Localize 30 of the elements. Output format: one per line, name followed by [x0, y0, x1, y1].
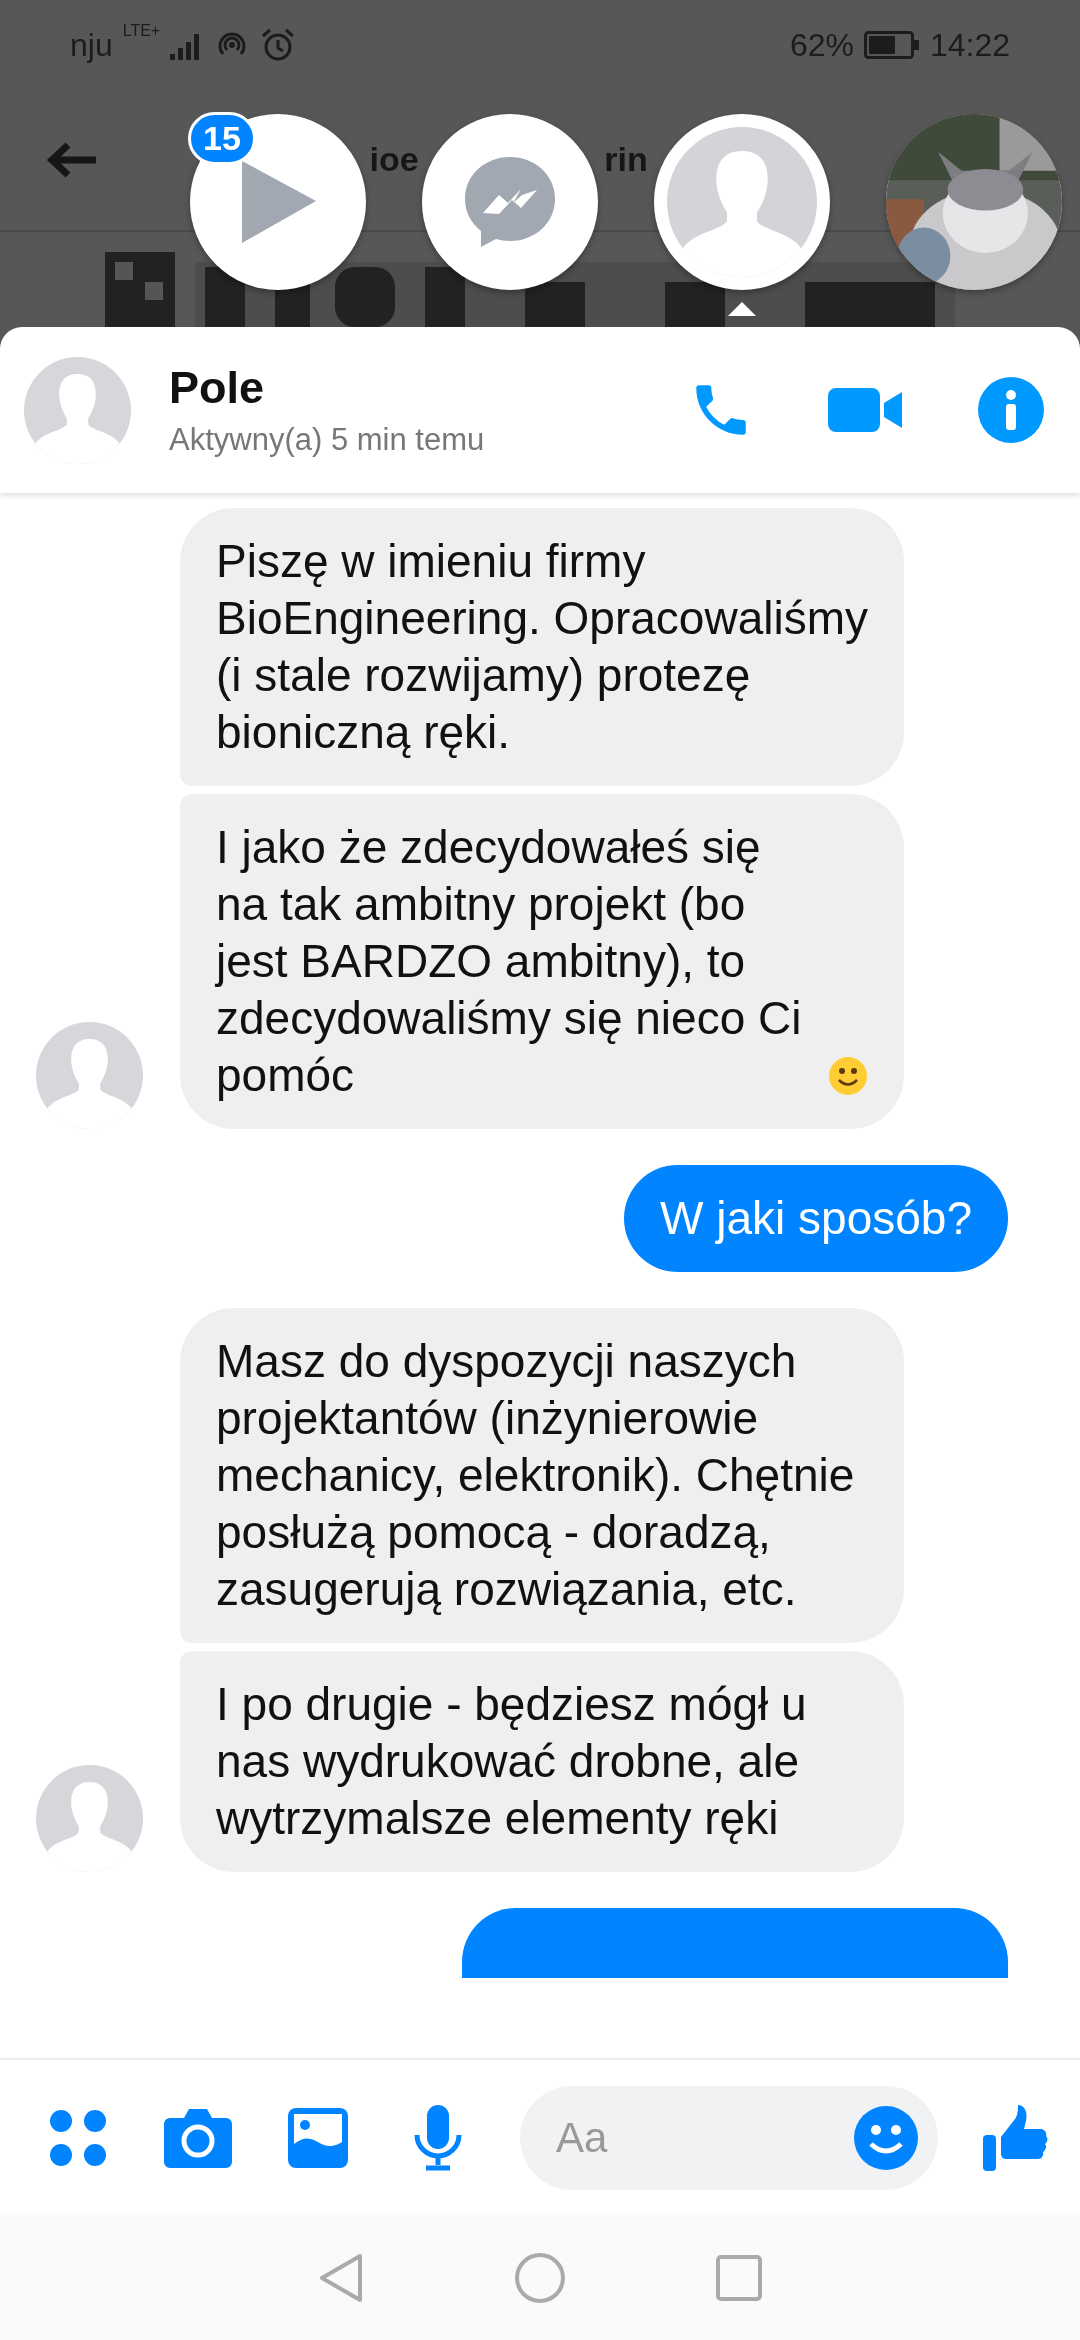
info-icon[interactable] — [978, 377, 1044, 443]
battery-icon — [863, 31, 920, 59]
video-camera-icon[interactable] — [828, 385, 904, 435]
camera-icon[interactable] — [164, 2107, 232, 2168]
alarm-icon — [260, 27, 297, 63]
message-text: Piszę w imieniu firmy BioEngineering. Opracowaliśmy (i stale rozwijamy) protezę bioniczną ręki. — [216, 534, 868, 760]
message-text: W jaki sposób? — [660, 1191, 972, 1246]
unread-count-badge: 15 — [188, 112, 256, 165]
message-input-field[interactable]: Aa — [520, 2085, 938, 2190]
network-type: LTE+ — [122, 22, 161, 40]
image-icon[interactable] — [288, 2107, 348, 2168]
recents-nav-button[interactable] — [716, 2254, 762, 2301]
home-nav-button[interactable] — [514, 2251, 566, 2304]
message-text: I po drugie - będziesz mógł u nas wydrukować drobne, ale wytrzymalsze elementy ręki — [216, 1677, 808, 1846]
emoji-icon[interactable] — [854, 2105, 918, 2170]
person-avatar-icon — [667, 127, 817, 277]
activity-status: Aktywny(a) 5 min temu — [169, 422, 486, 458]
page-title-fragment: ioe — [369, 140, 419, 179]
back-arrow-icon[interactable] — [46, 140, 98, 180]
four-dots-icon[interactable] — [49, 2108, 107, 2167]
battery-percent: 62% — [789, 26, 854, 64]
carrier-name: nju — [70, 26, 113, 64]
contact-name: Pole — [169, 362, 266, 414]
message-text: Masz do dyspozycji naszych projektantów (inżynierowie mechanicy, elektronik). Chętnie posłużą pomocą - doradzą, zasugerują rozwiązania, etc. — [216, 1334, 856, 1617]
page-title-fragment: rin — [604, 140, 648, 179]
selection-pointer — [728, 302, 756, 316]
clock: 14:22 — [929, 26, 1010, 64]
back-nav-button[interactable] — [318, 2251, 364, 2304]
message-text: I jako że zdecydowałeś się na tak ambitny projekt (bo jest BARDZO ambitny), to zdecydowaliśmy się nieco Ci pomóc — [216, 820, 803, 1103]
microphone-icon[interactable] — [413, 2104, 463, 2171]
